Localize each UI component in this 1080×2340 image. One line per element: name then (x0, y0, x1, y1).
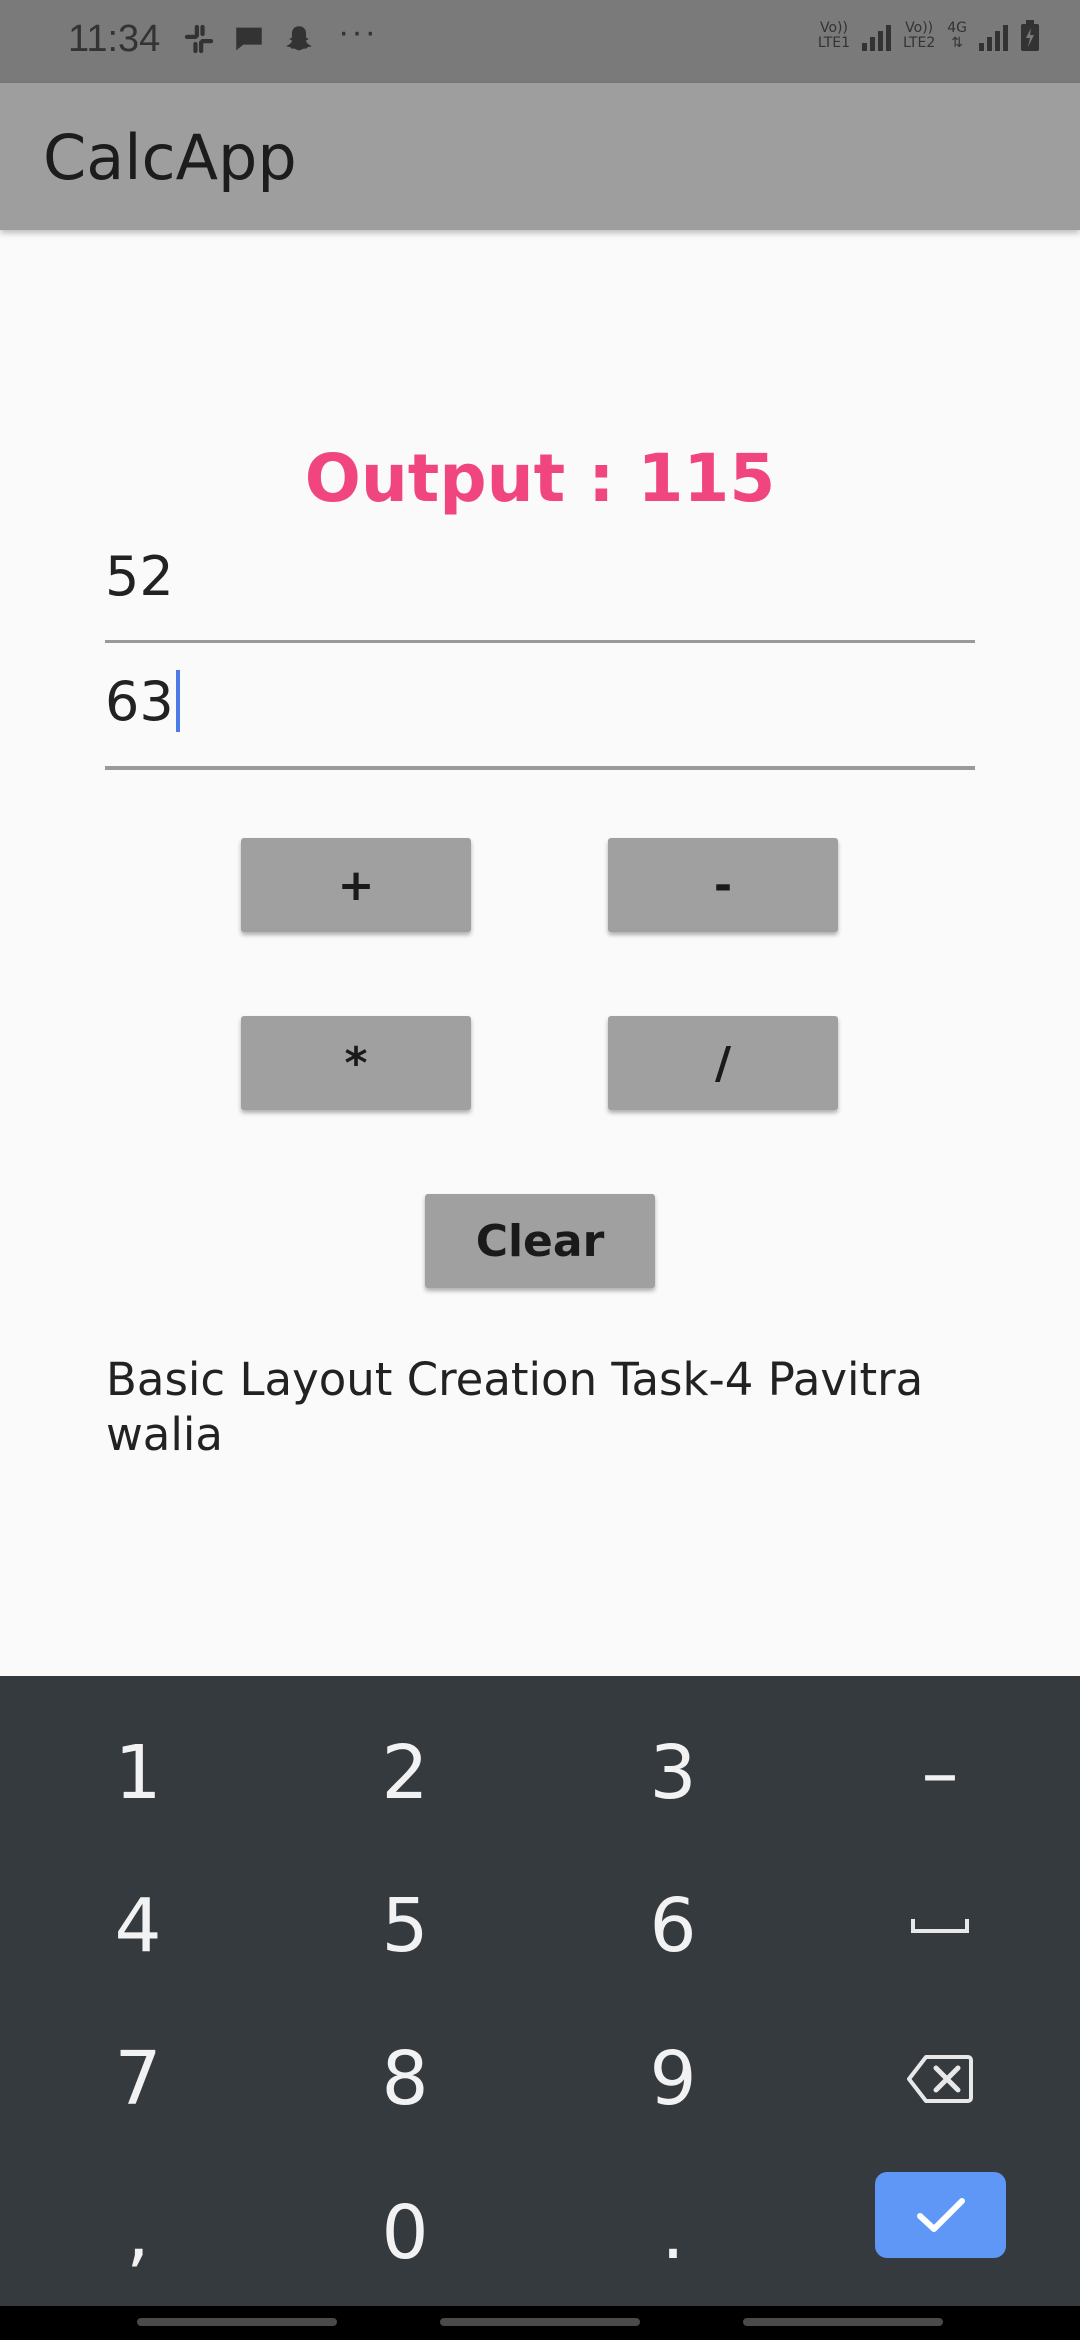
nav-handle-center[interactable] (440, 2318, 640, 2326)
app-bar: CalcApp (0, 83, 1080, 230)
add-button[interactable]: + (241, 838, 471, 932)
slack-icon (184, 24, 214, 54)
second-number-underline (105, 766, 975, 770)
backspace-icon (907, 2055, 973, 2103)
key-7[interactable]: 7 (38, 2009, 238, 2149)
key-backspace[interactable] (840, 2009, 1040, 2149)
numeric-keyboard: 1 2 3 – 4 5 6 7 8 9 , 0 . (0, 1676, 1080, 2306)
key-9[interactable]: 9 (573, 2009, 773, 2149)
second-number-value: 63 (105, 670, 174, 733)
signal-icon-sim2 (979, 21, 1008, 51)
signal-icon-sim1 (862, 21, 892, 51)
key-minus[interactable]: – (840, 1703, 1040, 1843)
key-6[interactable]: 6 (573, 1856, 773, 1996)
second-number-row: 63 (105, 670, 975, 736)
multiply-button[interactable]: * (241, 1016, 471, 1110)
checkmark-icon (916, 2198, 965, 2232)
caption-text: Basic Layout Creation Task-4 Pavitra wal… (106, 1353, 924, 1461)
notification-icons: ··· (182, 13, 378, 56)
message-icon (236, 27, 262, 51)
key-0[interactable]: 0 (305, 2163, 505, 2303)
nav-handle-left[interactable] (137, 2318, 337, 2326)
key-space[interactable] (840, 1856, 1040, 1996)
clear-button[interactable]: Clear (425, 1194, 655, 1288)
output-label: Output : 115 (304, 440, 776, 517)
text-cursor (175, 670, 180, 733)
key-8[interactable]: 8 (305, 2009, 505, 2149)
first-number-input[interactable]: 52 (105, 545, 975, 645)
sim1-label: Vo)) LTE1 (817, 20, 851, 51)
key-period[interactable]: . (573, 2163, 773, 2303)
key-5[interactable]: 5 (305, 1856, 505, 1996)
subtract-button[interactable]: - (608, 838, 838, 932)
app-title: CalcApp (43, 121, 297, 194)
snapchat-icon (286, 26, 312, 51)
key-2[interactable]: 2 (305, 1703, 505, 1843)
system-status-icons: Vo)) LTE1 Vo)) LTE2 4G ⇅ (818, 20, 1040, 52)
key-done[interactable] (875, 2172, 1006, 2258)
key-1[interactable]: 1 (38, 1703, 238, 1843)
network-type: 4G ⇅ (947, 20, 967, 51)
first-number-underline (105, 640, 975, 643)
key-comma[interactable]: , (38, 2163, 238, 2303)
divide-button[interactable]: / (608, 1016, 838, 1110)
key-4[interactable]: 4 (38, 1856, 238, 1996)
more-notifications-icon: ··· (338, 12, 378, 51)
second-number-input[interactable]: 63 (105, 670, 975, 775)
nav-handle-right[interactable] (743, 2318, 943, 2326)
status-bar: 11:34 ··· Vo)) LTE1 Vo)) LTE2 4G ⇅ (0, 0, 1080, 83)
first-number-value: 52 (105, 545, 174, 608)
status-time: 11:34 (68, 18, 161, 60)
sim2-label: Vo)) LTE2 (903, 20, 936, 51)
battery-icon (1021, 20, 1039, 51)
space-icon (911, 1919, 969, 1933)
gesture-nav-bar (0, 2306, 1080, 2340)
key-3[interactable]: 3 (573, 1703, 773, 1843)
